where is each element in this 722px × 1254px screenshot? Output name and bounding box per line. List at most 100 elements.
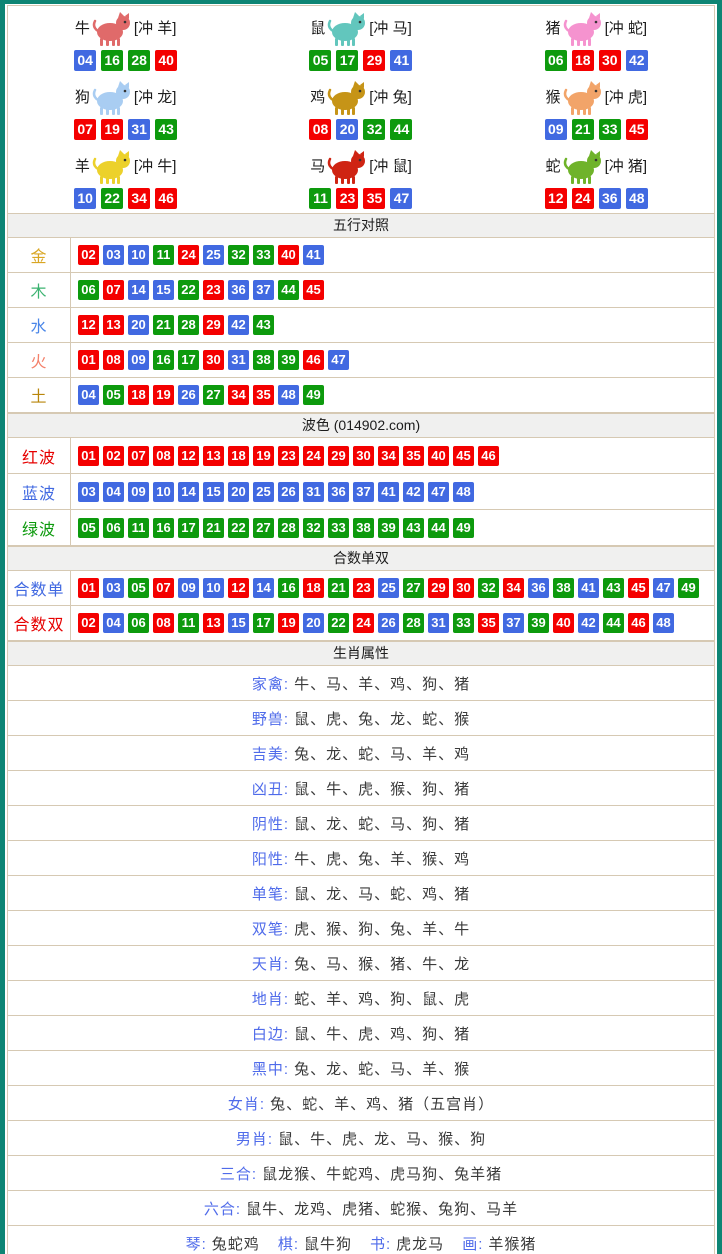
number-ball: 40 [428,446,449,466]
attribute-label: 男肖: [236,1128,273,1149]
number-ball: 04 [78,385,99,405]
number-ball: 17 [336,50,358,71]
number-ball: 05 [78,518,99,538]
number-ball: 30 [353,446,374,466]
attribute-label: 画: [462,1233,483,1254]
zodiac-name: 羊 [75,159,90,174]
number-ball: 34 [378,446,399,466]
dog-icon [91,80,133,116]
number-ball: 19 [253,446,274,466]
number-ball: 13 [103,315,124,335]
number-ball: 01 [78,446,99,466]
number-ball: 36 [228,280,249,300]
number-ball: 33 [253,245,274,265]
number-ball: 09 [128,482,149,502]
number-ball: 09 [545,119,567,140]
zodiac-attribute-row: 野兽:鼠、虎、兔、龙、蛇、猴 [8,701,714,736]
attribute-label: 阴性: [252,813,289,834]
number-ball: 33 [599,119,621,140]
number-ball: 28 [128,50,150,71]
pig-icon [562,11,604,47]
number-ball: 12 [545,188,567,209]
number-ball: 27 [203,385,224,405]
number-ball: 07 [128,446,149,466]
number-ball: 47 [328,350,349,370]
number-ball: 18 [228,446,249,466]
number-ball: 09 [178,578,199,598]
number-ball: 11 [309,188,331,209]
attribute-label: 凶丑: [252,778,289,799]
attribute-label: 琴: [186,1233,207,1254]
attribute-value: 鼠、牛、虎、猴、狗、猪 [294,778,470,799]
number-ball: 03 [103,578,124,598]
five-elements-row-label: 火 [8,343,71,377]
number-ball: 22 [101,188,123,209]
zodiac-clash-line: 羊[冲 牛] [75,149,177,185]
number-ball: 30 [599,50,621,71]
number-ball: 18 [303,578,324,598]
zodiac-name: 牛 [75,21,90,36]
number-ball: 32 [363,119,385,140]
number-ball: 33 [328,518,349,538]
attribute-pair: 白边:鼠、牛、虎、鸡、狗、猪 [252,1023,470,1044]
wave-colors-row: 蓝波03040910141520252631363741424748 [8,474,714,510]
attribute-value: 鼠、牛、虎、鸡、狗、猪 [294,1023,470,1044]
zodiac-clash: [冲 蛇] [605,21,648,36]
number-ball: 46 [155,188,177,209]
five-elements-row: 金02031011242532334041 [8,238,714,273]
ox-icon [91,11,133,47]
zodiac-attribute-row: 凶丑:鼠、牛、虎、猴、狗、猪 [8,771,714,806]
number-ball: 21 [328,578,349,598]
number-ball: 16 [101,50,123,71]
sum-parity-row-label: 合数双 [8,606,71,640]
zodiac-numbers: 11233547 [309,188,412,209]
number-ball: 48 [626,188,648,209]
number-ball: 18 [572,50,594,71]
number-ball: 44 [390,119,412,140]
number-ball: 04 [103,482,124,502]
zodiac-attribute-row: 双笔:虎、猴、狗、兔、羊、牛 [8,911,714,946]
zodiac-clash-line: 鼠[冲 马] [310,11,412,47]
sum-parity-row: 合数双0204060811131517192022242628313335373… [8,606,714,641]
number-ball: 35 [403,446,424,466]
number-ball: 08 [153,613,174,633]
number-ball: 49 [303,385,324,405]
attribute-value: 羊猴猪 [488,1233,536,1254]
zodiac-clash-line: 狗[冲 龙] [75,80,177,116]
number-ball: 21 [203,518,224,538]
number-ball: 46 [628,613,649,633]
number-ball: 15 [228,613,249,633]
number-ball: 08 [153,446,174,466]
zodiac-attribute-row: 单笔:鼠、龙、马、蛇、鸡、猪 [8,876,714,911]
number-ball: 10 [153,482,174,502]
wave-colors-row-numbers: 05061116172122272832333839434449 [71,510,714,545]
five-elements-row-numbers: 04051819262734354849 [71,378,714,412]
number-ball: 48 [453,482,474,502]
number-ball: 39 [528,613,549,633]
attribute-pair: 六合:鼠牛、龙鸡、虎猪、蛇猴、兔狗、马羊 [204,1198,518,1219]
rooster-icon [326,80,368,116]
number-ball: 47 [428,482,449,502]
zodiac-numbers: 05172941 [309,50,412,71]
number-ball: 35 [253,385,274,405]
attribute-label: 女肖: [228,1093,265,1114]
number-ball: 23 [336,188,358,209]
number-ball: 08 [103,350,124,370]
five-elements-row: 木06071415222336374445 [8,273,714,308]
number-ball: 16 [153,350,174,370]
number-ball: 06 [128,613,149,633]
zodiac-clash: [冲 龙] [134,90,177,105]
number-ball: 48 [653,613,674,633]
number-ball: 38 [353,518,374,538]
number-ball: 22 [178,280,199,300]
number-ball: 34 [503,578,524,598]
number-ball: 30 [203,350,224,370]
number-ball: 39 [378,518,399,538]
number-ball: 14 [128,280,149,300]
number-ball: 42 [578,613,599,633]
attribute-pair: 黑中:兔、龙、蛇、马、羊、猴 [252,1058,470,1079]
number-ball: 03 [78,482,99,502]
attribute-pair: 阳性:牛、虎、兔、羊、猴、鸡 [252,848,470,869]
attribute-label: 阳性: [252,848,289,869]
attribute-label: 单笔: [252,883,289,904]
